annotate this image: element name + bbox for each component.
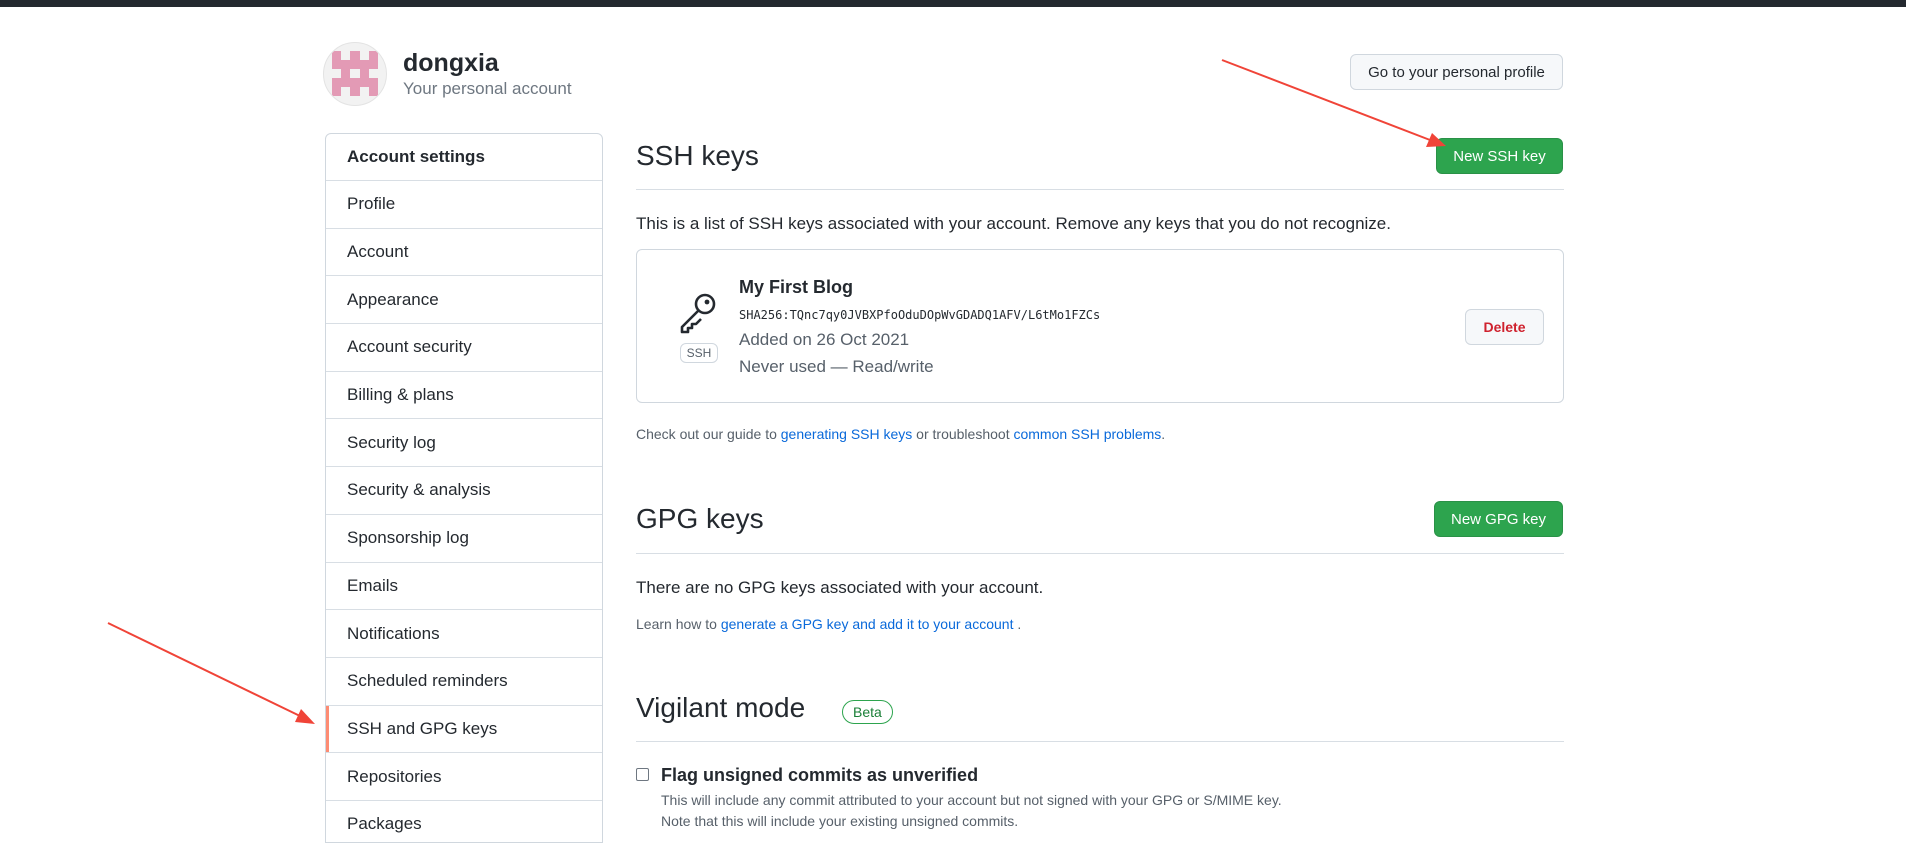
- gpg-learn-prefix: Learn how to: [636, 616, 721, 632]
- sidebar-item-appearance[interactable]: Appearance: [326, 276, 602, 325]
- flag-unsigned-label[interactable]: Flag unsigned commits as unverified: [661, 765, 978, 786]
- account-type: Your personal account: [403, 78, 572, 98]
- key-added-date: Added on 26 Oct 2021: [739, 330, 910, 349]
- go-to-profile-button[interactable]: Go to your personal profile: [1350, 54, 1563, 90]
- ssh-divider: [636, 189, 1564, 190]
- sidebar-item-security-log[interactable]: Security log: [326, 419, 602, 468]
- common-ssh-problems-link[interactable]: common SSH problems: [1013, 426, 1161, 442]
- key-usage: Never used — Read/write: [739, 357, 934, 376]
- sidebar-item-profile[interactable]: Profile: [326, 181, 602, 229]
- user-name[interactable]: dongxia: [403, 48, 572, 78]
- delete-key-button[interactable]: Delete: [1465, 309, 1544, 345]
- new-gpg-key-button[interactable]: New GPG key: [1434, 501, 1563, 537]
- ssh-guide-text: Check out our guide to generating SSH ke…: [636, 426, 1165, 442]
- sidebar-item-account[interactable]: Account: [326, 229, 602, 277]
- sidebar-item-security-analysis[interactable]: Security & analysis: [326, 467, 602, 515]
- arrow-to-ssh-gpg-keys: [107, 622, 315, 724]
- generate-gpg-key-link[interactable]: generate a GPG key and add it to your ac…: [721, 616, 1014, 632]
- ssh-badge: SSH: [679, 343, 719, 363]
- top-bar: [0, 0, 1906, 7]
- gpg-learn-text: Learn how to generate a GPG key and add …: [636, 616, 1021, 632]
- key-icon-group: SSH: [677, 290, 721, 363]
- sidebar-item-scheduled-reminders[interactable]: Scheduled reminders: [326, 658, 602, 706]
- flag-unsigned-checkbox[interactable]: [636, 768, 649, 781]
- annotation-arrows: [107, 59, 1446, 724]
- sidebar-item-ssh-gpg-keys[interactable]: SSH and GPG keys: [326, 705, 602, 754]
- key-icon: [680, 293, 716, 334]
- vigilant-divider: [636, 741, 1564, 742]
- key-title: My First Blog: [739, 277, 854, 297]
- beta-badge: Beta: [842, 700, 893, 724]
- new-ssh-key-button[interactable]: New SSH key: [1436, 138, 1563, 174]
- gpg-empty-text: There are no GPG keys associated with yo…: [636, 578, 1044, 597]
- sidebar-item-account-security[interactable]: Account security: [326, 324, 602, 372]
- generating-ssh-keys-link[interactable]: generating SSH keys: [781, 426, 913, 442]
- gpg-divider: [636, 553, 1564, 554]
- ssh-guide-mid: or troubleshoot: [912, 426, 1014, 442]
- avatar[interactable]: [323, 41, 387, 106]
- settings-sidebar: Account settings Profile Account Appeara…: [325, 133, 603, 843]
- gpg-keys-title: GPG keys: [636, 503, 764, 534]
- sidebar-item-emails[interactable]: Emails: [326, 563, 602, 611]
- vigilant-mode-title: Vigilant mode: [636, 692, 806, 723]
- ssh-keys-title: SSH keys: [636, 140, 759, 171]
- ssh-guide-suffix: .: [1161, 426, 1166, 442]
- ssh-key-item: SSH My First Blog SHA256:TQnc7qy0JVBXPfo…: [636, 249, 1564, 403]
- sidebar-heading: Account settings: [326, 134, 602, 181]
- sidebar-item-repositories[interactable]: Repositories: [326, 753, 602, 801]
- sidebar-item-packages[interactable]: Packages: [326, 801, 602, 842]
- user-header: dongxia Your personal account: [323, 41, 572, 106]
- sidebar-item-billing[interactable]: Billing & plans: [326, 372, 602, 420]
- ssh-description: This is a list of SSH keys associated wi…: [636, 214, 1391, 233]
- sidebar-item-sponsorship-log[interactable]: Sponsorship log: [326, 515, 602, 563]
- gpg-learn-suffix: .: [1013, 616, 1022, 632]
- vigilant-note-2: Note that this will include your existin…: [661, 813, 1019, 829]
- ssh-guide-prefix: Check out our guide to: [636, 426, 781, 442]
- key-fingerprint: SHA256:TQnc7qy0JVBXPfoOduDOpWvGDADQ1AFV/…: [739, 308, 1101, 322]
- sidebar-item-notifications[interactable]: Notifications: [326, 610, 602, 658]
- vigilant-note-1: This will include any commit attributed …: [661, 792, 1282, 808]
